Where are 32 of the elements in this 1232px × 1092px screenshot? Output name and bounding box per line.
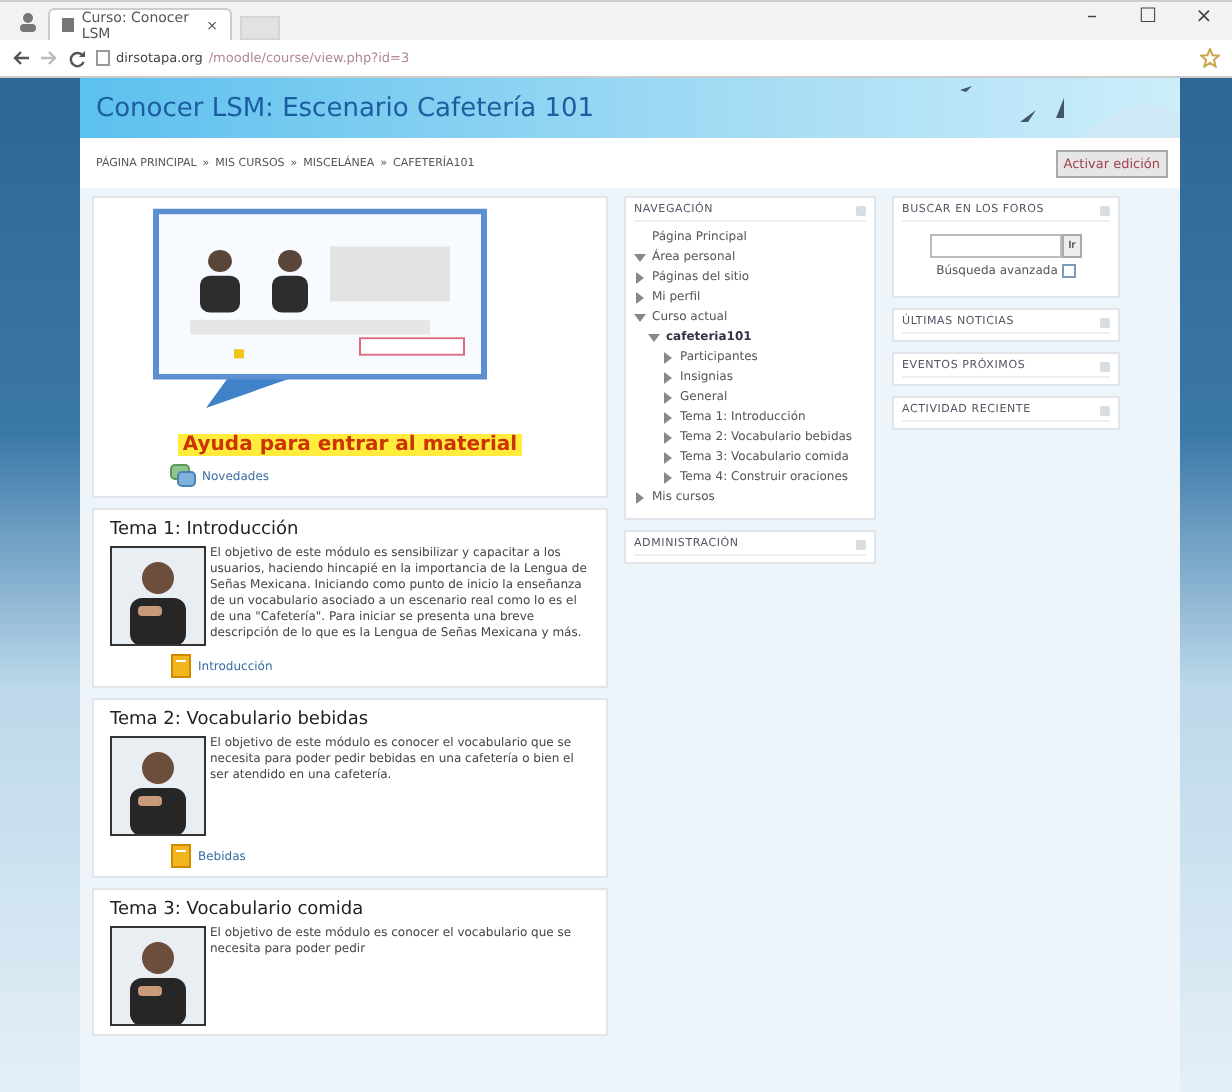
window-control[interactable]: – [1064,2,1120,28]
collapsed-arrow-icon[interactable] [662,392,674,404]
expanded-arrow-icon[interactable] [648,332,660,344]
collapsed-arrow-icon[interactable] [662,432,674,444]
forum-icon [170,464,196,488]
favicon-icon [62,18,74,32]
back-icon[interactable] [12,50,30,66]
expanded-arrow-icon[interactable] [634,312,646,324]
expanded-arrow-icon[interactable] [634,252,646,264]
forward-icon[interactable] [40,50,58,66]
topic-title: Tema 2: Vocabulario bebidas [110,710,371,730]
collapsed-arrow-icon[interactable] [634,492,646,504]
window-control[interactable]: ☐ [1120,2,1176,28]
collapsed-arrow-icon[interactable] [634,272,646,284]
user-icon[interactable] [16,9,40,33]
topic-title: Tema 1: Introducción [110,520,301,540]
collapsed-arrow-icon[interactable] [662,372,674,384]
collapsed-arrow-icon[interactable] [662,412,674,424]
collapsed-arrow-icon[interactable] [634,292,646,304]
course-title: Conocer LSM: Escenario Cafetería 101 [96,93,595,123]
collapsed-arrow-icon[interactable] [662,472,674,484]
collapsed-arrow-icon[interactable] [662,452,674,464]
bookmark-star-icon[interactable] [1200,48,1220,68]
help-heading: Ayuda para entrar al material [178,434,522,456]
collapsed-arrow-icon[interactable] [662,352,674,364]
help-icon[interactable] [1061,264,1076,278]
file-icon [170,654,192,678]
search-field[interactable] [930,234,1063,258]
topic-title: Tema 3: Vocabulario comida [110,900,366,920]
file-icon [170,844,192,868]
reload-icon[interactable] [68,49,86,67]
window-control[interactable]: × [1176,2,1232,28]
